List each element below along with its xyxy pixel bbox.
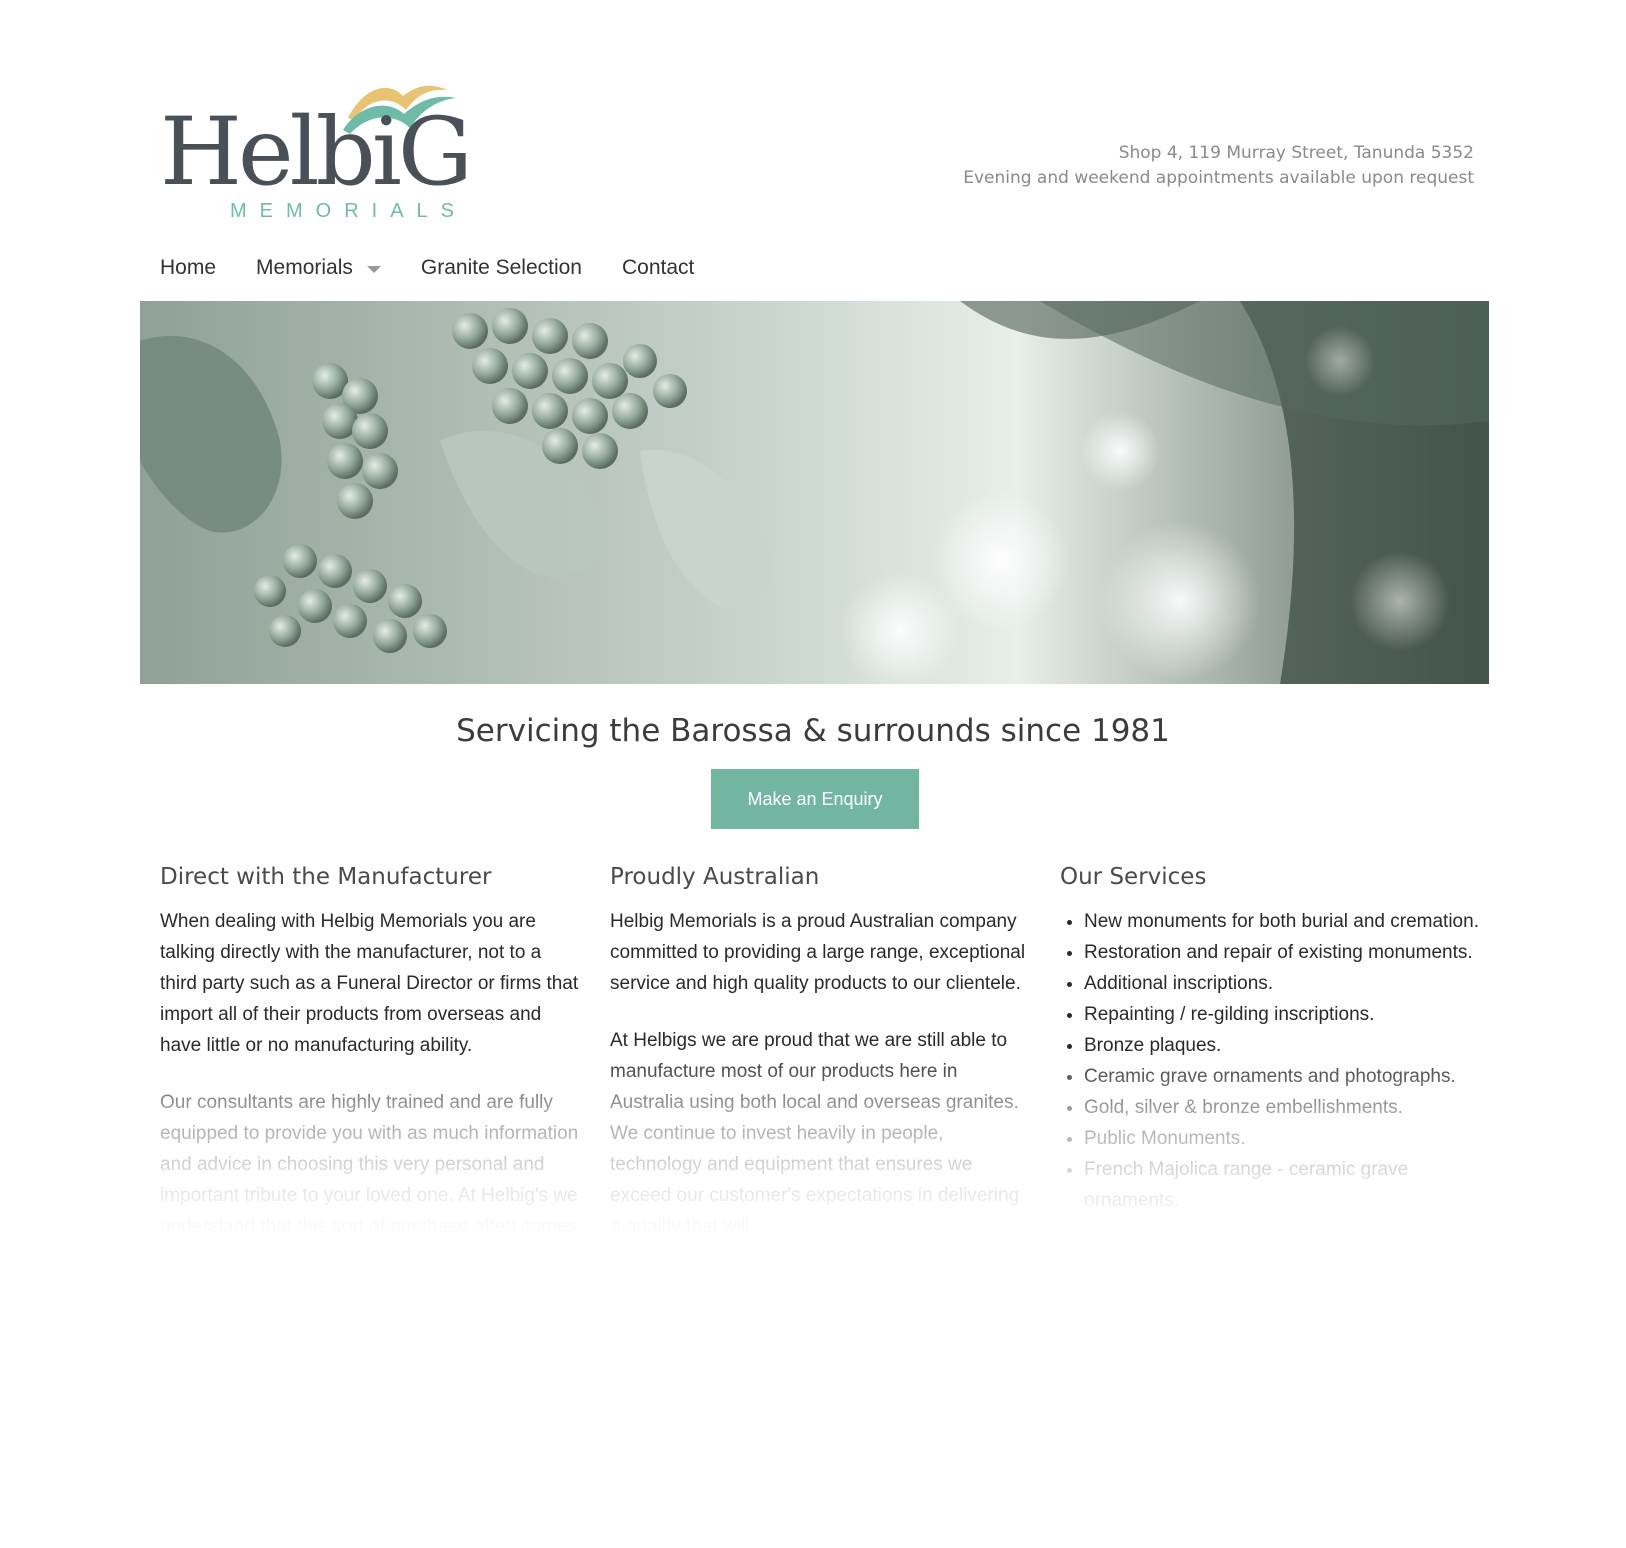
logo-wordmark: HelbiG [160, 98, 473, 207]
list-item: French Majolica range - ceramic grave or… [1084, 1154, 1480, 1216]
nav-label: Home [160, 256, 217, 279]
nav-item-home[interactable]: Home [160, 256, 216, 280]
column-title: Our Services [1060, 864, 1207, 890]
column-paragraph: Our consultants are highly trained and a… [160, 1092, 579, 1268]
nav-label: Granite Selection [420, 256, 582, 279]
list-item: Restoration and repair of existing monum… [1084, 937, 1480, 968]
list-item: Public Monuments. [1084, 1123, 1480, 1154]
nav-label: Contact [621, 256, 695, 279]
column-services: Our Services New monuments for both buri… [1060, 862, 1480, 1282]
list-item: New monuments for both burial and cremat… [1084, 906, 1480, 937]
list-item: Additional inscriptions. [1084, 968, 1480, 999]
column-paragraph: At Helbigs we are proud that we are stil… [610, 1030, 1020, 1237]
services-list: New monuments for both burial and cremat… [1060, 906, 1480, 1216]
header-info: Shop 4, 119 Murray Street, Tanunda 5352 … [963, 141, 1474, 191]
column-title: Proudly Australian [610, 864, 820, 890]
main-nav: Home Memorials Granite Selection Contact [160, 256, 734, 280]
list-item: Ceramic grave ornaments and photographs. [1084, 1061, 1480, 1092]
list-item: Bronze plaques. [1084, 1030, 1480, 1061]
list-item: Repainting / re-gilding inscriptions. [1084, 999, 1480, 1030]
nav-label: Memorials [256, 256, 353, 279]
column-paragraph: When dealing with Helbig Memorials you a… [160, 911, 579, 1056]
column-manufacturer: Direct with the Manufacturer When dealin… [160, 862, 580, 1282]
hero-image [140, 301, 1489, 684]
nav-item-granite-selection[interactable]: Granite Selection [421, 256, 582, 280]
column-title: Direct with the Manufacturer [160, 864, 492, 890]
list-item: Gold, silver & bronze embellishments. [1084, 1092, 1480, 1123]
column-paragraph: Helbig Memorials is a proud Australian c… [610, 911, 1026, 994]
vineyard-grapes-image [140, 301, 1489, 684]
site-logo[interactable]: HelbiG MEMORIALS [158, 78, 473, 223]
nav-item-memorials[interactable]: Memorials [256, 256, 381, 280]
logo-subtitle: MEMORIALS [230, 200, 468, 222]
chevron-down-icon[interactable] [366, 265, 381, 273]
make-enquiry-button[interactable]: Make an Enquiry [711, 769, 919, 829]
nav-item-contact[interactable]: Contact [622, 256, 694, 280]
page: HelbiG MEMORIALS Shop 4, 119 Murray Stre… [0, 0, 1626, 1548]
header-address: Shop 4, 119 Murray Street, Tanunda 5352 [1118, 143, 1474, 163]
header-appointments: Evening and weekend appointments availab… [963, 168, 1474, 188]
page-headline: Servicing the Barossa & surrounds since … [456, 713, 1170, 749]
column-australian: Proudly Australian Helbig Memorials is a… [610, 862, 1030, 1282]
